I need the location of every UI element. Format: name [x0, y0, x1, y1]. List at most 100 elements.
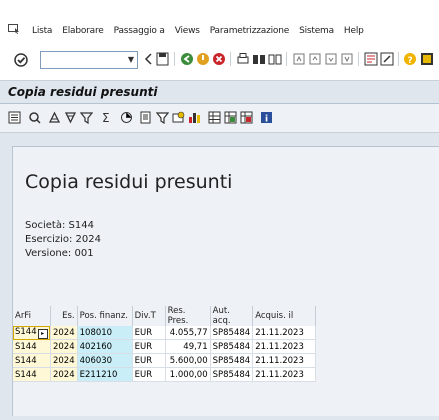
shortcut-icon[interactable] [380, 52, 394, 66]
cell-div-t[interactable]: EUR [132, 367, 166, 382]
sort-ascending-icon[interactable] [48, 111, 61, 124]
save-layout-icon[interactable] [240, 111, 253, 124]
cell-aut-acq[interactable]: SP85484 [210, 326, 254, 340]
menu-views[interactable]: Views [175, 26, 200, 36]
column-header-acquis-il[interactable]: Acquis. il [252, 306, 317, 326]
alv-grid: ArFi Es. Pos. finanz. Div.T Res. Pres. A… [13, 306, 439, 416]
details-icon[interactable] [8, 111, 21, 124]
column-header-es[interactable]: Es. [50, 306, 78, 326]
menu-elaborare[interactable]: Elaborare [62, 26, 104, 36]
menu-screen-icon[interactable] [8, 24, 20, 35]
cell-div-t[interactable]: EUR [132, 326, 166, 340]
table-header-row: ArFi Es. Pos. finanz. Div.T Res. Pres. A… [13, 306, 317, 326]
screen-title-bar: Copia residui presunti [0, 81, 439, 104]
application-toolbar: Σ i [0, 104, 439, 133]
toolbar-separator [174, 52, 175, 66]
exit-icon[interactable] [196, 52, 210, 66]
cell-res-pres[interactable]: 1.000,00 [165, 367, 211, 382]
svg-text:?: ? [408, 56, 413, 66]
table-row[interactable]: S144 2024 E211210 EUR 1.000,00 SP85484 2… [13, 367, 317, 382]
cell-res-pres[interactable]: 49,71 [165, 339, 211, 354]
filter-icon[interactable] [80, 111, 93, 124]
info-icon[interactable]: i [260, 111, 273, 124]
cell-arfi[interactable]: S144 [13, 353, 51, 368]
cell-acquis-il[interactable]: 21.11.2023 [252, 353, 317, 368]
graphic-icon[interactable] [188, 111, 201, 124]
cell-es[interactable]: 2024 [50, 339, 78, 354]
column-header-div-t[interactable]: Div.T [132, 306, 166, 326]
content-panel: Copia residui presunti Società: S144 Ese… [12, 146, 439, 416]
cancel-icon[interactable] [212, 52, 226, 66]
back-arrow-icon[interactable] [144, 53, 152, 65]
last-page-icon[interactable] [340, 52, 354, 66]
cell-aut-acq[interactable]: SP85484 [210, 339, 254, 354]
menu-passaggio-a[interactable]: Passaggio a [114, 26, 165, 36]
cell-es[interactable]: 2024 [50, 326, 78, 340]
print-preview-icon[interactable] [140, 111, 153, 124]
header-versione: Versione: 001 [25, 248, 94, 259]
svg-text:i: i [265, 115, 268, 125]
cell-es[interactable]: 2024 [50, 367, 78, 382]
cell-pos-finanz[interactable]: 402160 [77, 339, 133, 354]
column-header-pos-finanz[interactable]: Pos. finanz. [77, 306, 133, 326]
cell-arfi[interactable]: S144 ▸ [13, 326, 51, 340]
refresh-icon[interactable] [28, 111, 41, 124]
cell-arfi[interactable]: S144 [13, 339, 51, 354]
menu-lista[interactable]: Lista [32, 26, 52, 36]
enter-check-icon[interactable] [14, 53, 28, 67]
layout-icon[interactable] [208, 111, 221, 124]
column-header-aut-acq[interactable]: Aut. acq. [210, 306, 254, 326]
cell-aut-acq[interactable]: SP85484 [210, 353, 254, 368]
cell-res-pres[interactable]: 4.055,77 [165, 326, 211, 340]
cell-div-t[interactable]: EUR [132, 339, 166, 354]
column-header-res-pres[interactable]: Res. Pres. [165, 306, 211, 326]
header-esercizio: Esercizio: 2024 [25, 234, 101, 245]
cell-acquis-il[interactable]: 21.11.2023 [252, 367, 317, 382]
table-row[interactable]: S144 2024 406030 EUR 5.600,00 SP85484 21… [13, 353, 317, 368]
toolbar-separator [286, 52, 287, 66]
first-page-icon[interactable] [292, 52, 306, 66]
cell-pos-finanz[interactable]: E211210 [77, 367, 133, 382]
customize-layout-icon[interactable] [420, 52, 434, 66]
choose-layout-icon[interactable] [224, 111, 237, 124]
command-field[interactable]: ▼ [40, 51, 138, 69]
table-row[interactable]: S144 2024 402160 EUR 49,71 SP85484 21.11… [13, 339, 317, 354]
find-icon[interactable] [252, 52, 266, 66]
svg-text:Σ: Σ [102, 111, 110, 124]
cell-res-pres[interactable]: 5.600,00 [165, 353, 211, 368]
column-header-arfi[interactable]: ArFi [13, 306, 51, 326]
cell-arfi[interactable]: S144 [13, 367, 51, 382]
subtotal-icon[interactable] [120, 111, 133, 124]
total-icon[interactable]: Σ [100, 111, 113, 124]
cell-pos-finanz[interactable]: 108010 [77, 326, 133, 340]
next-page-icon[interactable] [324, 52, 338, 66]
print-icon[interactable] [236, 52, 250, 66]
cell-acquis-il[interactable]: 21.11.2023 [252, 339, 317, 354]
search-help-icon[interactable]: ▸ [37, 328, 48, 339]
sort-descending-icon[interactable] [64, 111, 77, 124]
export-icon[interactable] [156, 111, 169, 124]
find-next-icon[interactable] [268, 52, 282, 66]
chevron-down-icon[interactable]: ▼ [128, 55, 134, 64]
help-icon[interactable]: ? [403, 52, 417, 66]
menu-sistema[interactable]: Sistema [299, 26, 334, 36]
header-societa: Società: S144 [25, 220, 94, 231]
menu-parametrizzazione[interactable]: Parametrizzazione [210, 26, 290, 36]
spreadsheet-icon[interactable] [172, 111, 185, 124]
cell-es[interactable]: 2024 [50, 353, 78, 368]
toolbar-separator [230, 52, 231, 66]
back-green-icon[interactable] [180, 52, 194, 66]
cell-pos-finanz[interactable]: 406030 [77, 353, 133, 368]
cell-div-t[interactable]: EUR [132, 353, 166, 368]
toolbar-separator [398, 52, 399, 66]
save-icon[interactable] [156, 52, 169, 66]
toolbar-separator [358, 52, 359, 66]
previous-page-icon[interactable] [308, 52, 322, 66]
cell-acquis-il[interactable]: 21.11.2023 [252, 326, 317, 340]
screen-title: Copia residui presunti [8, 85, 158, 99]
menu-help[interactable]: Help [344, 26, 364, 36]
cell-aut-acq[interactable]: SP85484 [210, 367, 254, 382]
table-row[interactable]: S144 ▸ 2024 108010 EUR 4.055,77 SP85484 2… [13, 326, 317, 340]
data-table: ArFi Es. Pos. finanz. Div.T Res. Pres. A… [13, 306, 317, 382]
create-session-icon[interactable] [364, 52, 378, 66]
